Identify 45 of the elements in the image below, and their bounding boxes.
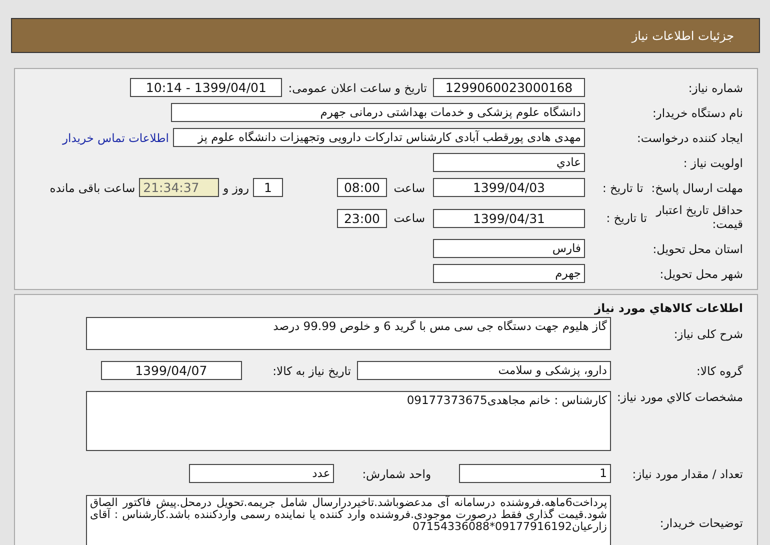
field-label: روز و [223,180,249,194]
page-header: جزئیات اطلاعات نیاز [11,18,760,53]
specs-box: کارشناس : خانم مجاهدی09177373675 [86,391,611,451]
field-label: شهر محل تحویل: [660,266,743,280]
field-label: مهلت ارسال پاسخ: [651,180,743,194]
field-label: اولویت نیاز : [683,156,743,170]
field-label: واحد شمارش: [362,466,431,480]
validity-date-field: 1399/04/31 [433,208,585,228]
field-label: ایجاد کننده درخواست: [637,130,743,144]
goods-group-field: دارو، پزشکی و سلامت [357,361,611,380]
field-label: استان محل تحویل: [652,242,743,256]
requester-field: مهدی هادی پورقطب آبادی کارشناس تدارکات دارویی وتجهیزات دانشگاه علوم پز [173,128,585,147]
section-title: اطلاعات کالاهاي مورد نیاز [593,300,744,317]
field-label: حداقل تاریخ اعتبار قیمت: [655,204,743,232]
need-number-field: 1299060023000168 [433,78,585,97]
remaining-time-field: 21:34:37 [139,178,220,197]
field-label: ساعت [395,211,425,225]
contact-info-link[interactable]: اطلاعات تماس خریدار [62,130,169,144]
field-label: شرح کلی نیاز: [674,326,743,340]
field-label: نام دستگاه خریدار: [652,106,743,120]
validity-time-field: 23:00 [337,208,387,228]
field-label: گروه کالا: [696,364,743,378]
city-field: جهرم [433,264,585,283]
field-label: ساعت باقی مانده [50,180,136,194]
field-label: تا تاریخ : [602,180,644,194]
field-label: شماره نیاز: [688,80,743,94]
announce-date-field: 1399/04/01 - 10:14 [130,78,282,97]
field-label: مشخصات کالاي مورد نیاز: [616,390,743,404]
description-box: گاز هلیوم جهت دستگاه جی سی مس با گرید 6 و خلوص 99.99 درصد [86,317,611,350]
unit-field: عدد [189,464,334,483]
days-field: 1 [253,178,283,197]
deadline-date-field: 1399/04/03 [433,178,585,197]
need-date-field: 1399/04/07 [100,361,242,380]
field-label: توضیحات خریدار: [660,516,743,530]
buyer-field: دانشگاه علوم پزشکی و خدمات بهداشتی درمانی جهرم [171,103,585,122]
field-label: تا تاریخ : [606,211,647,225]
field-label: تعداد / مقدار مورد نیاز: [632,466,743,480]
buyer-notes-box: پرداخت6ماهه.فروشنده درسامانه آی مدعضوباشد.تاخیردرارسال شامل جریمه.تحویل درمحل.پیش فاکتور الصاق شود.قیمت گذاری فقط درصورت موجودی.فروشنده وارد کننده یا نماینده رسمی واردکننده باشد.کارشناس : آقای زارعیان09177916192*07154336088 [86,495,611,545]
quantity-field: 1 [459,464,611,483]
field-label: تاریخ و ساعت اعلان عمومی: [288,80,427,94]
field-label: تاریخ نیاز به کالا: [272,364,351,378]
province-field: فارس [433,239,585,258]
deadline-time-field: 08:00 [337,178,387,197]
priority-field: عادي [433,153,585,172]
field-label: ساعت [395,180,425,194]
